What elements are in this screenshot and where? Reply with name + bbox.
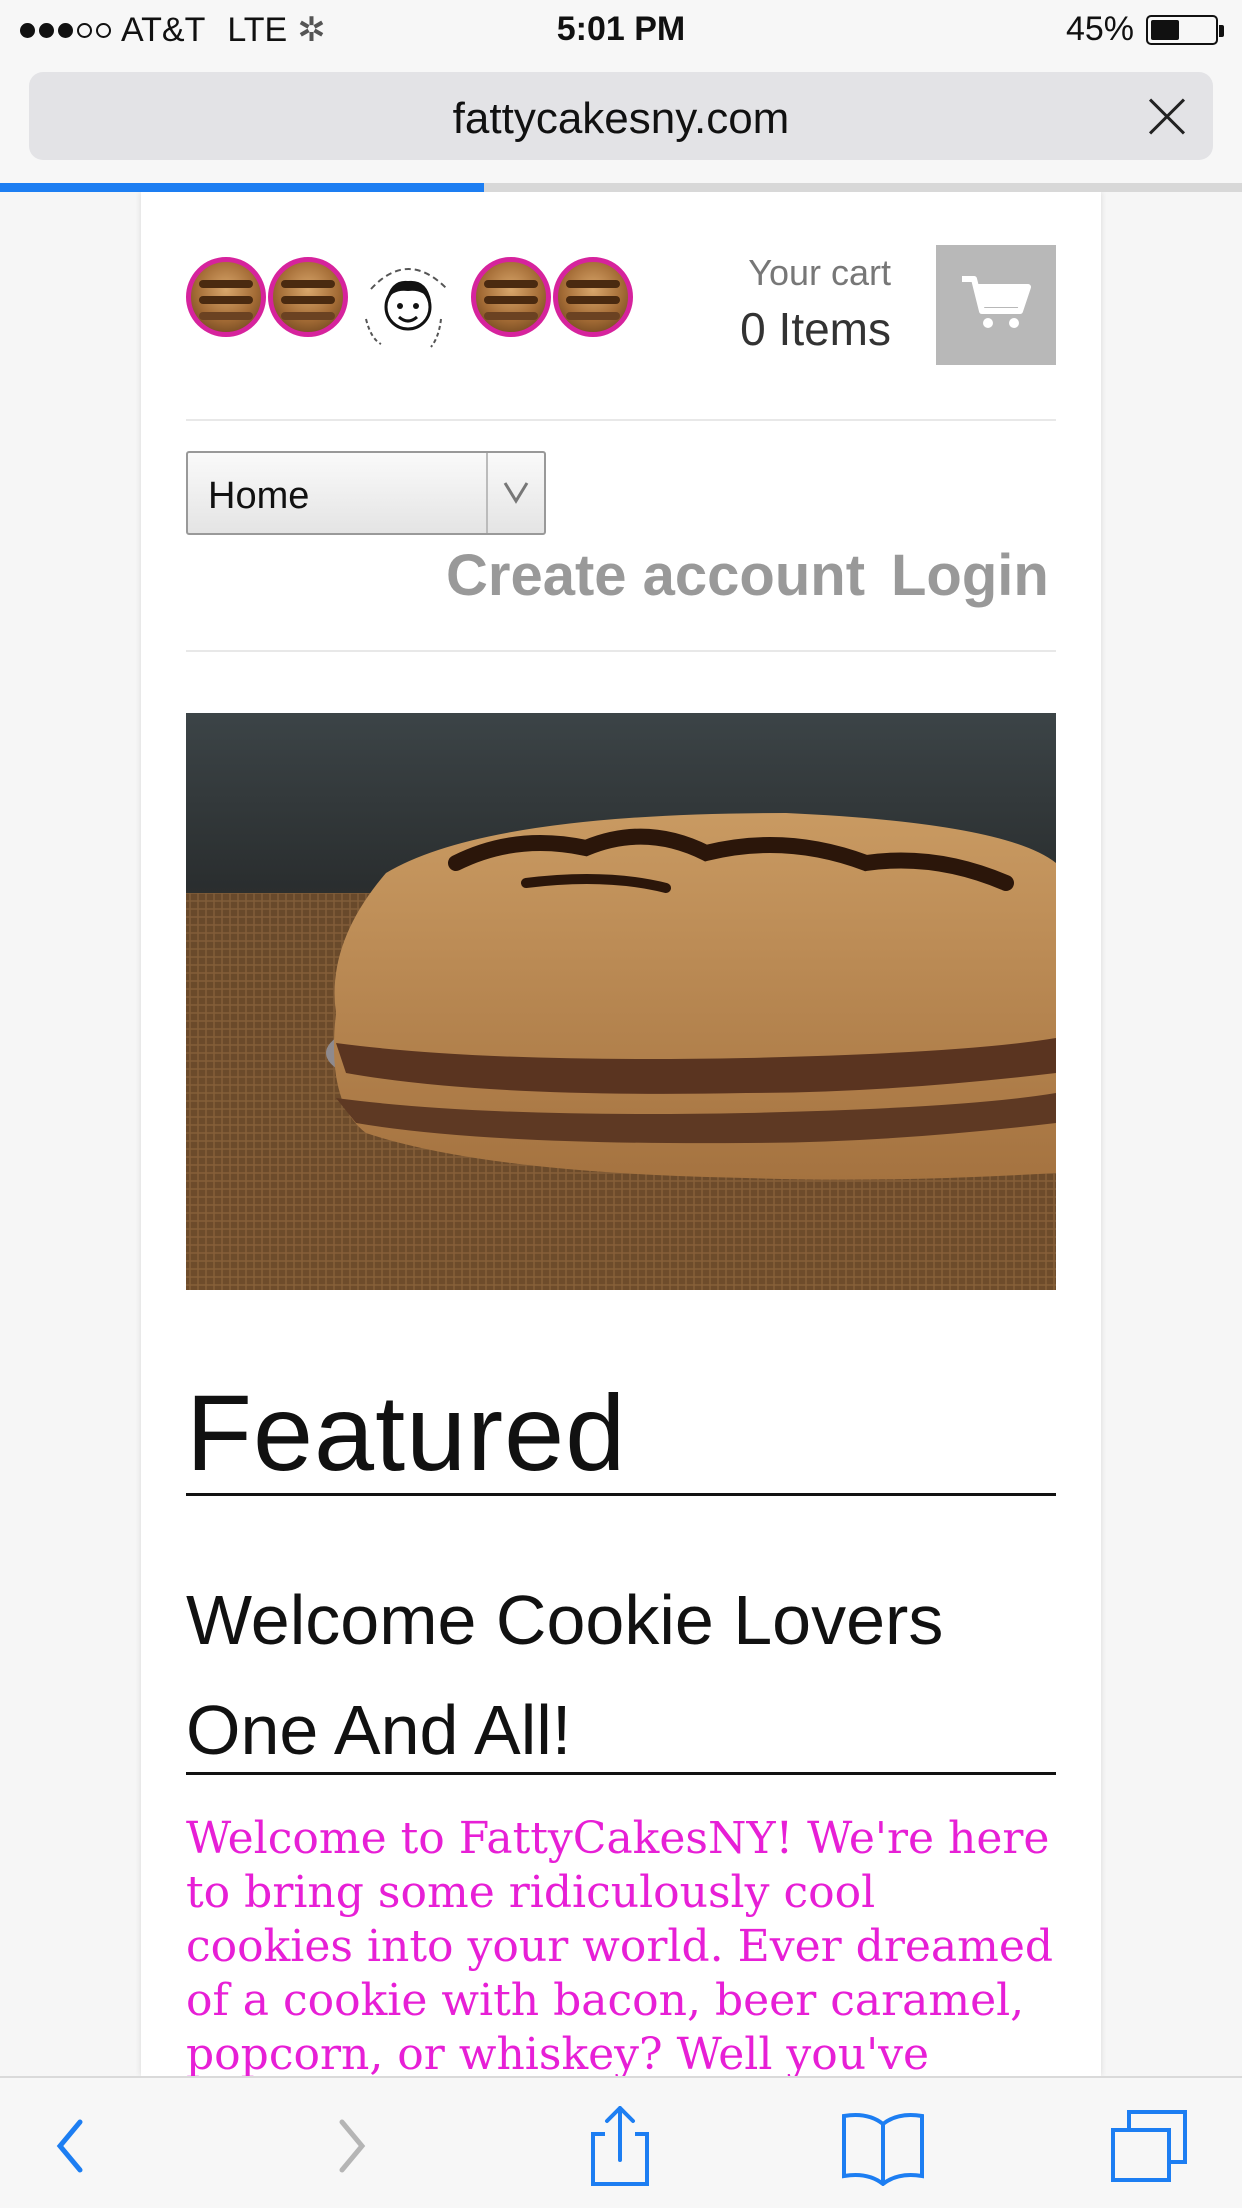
share-icon	[591, 2105, 649, 2186]
status-bar: AT&T LTE ✲ 5:01 PM 45%	[0, 0, 1242, 62]
tabs-icon	[1111, 2110, 1187, 2182]
battery-icon	[1146, 14, 1224, 45]
navigation-select[interactable]: Home	[186, 451, 546, 535]
divider	[186, 1493, 1056, 1496]
browser-toolbar	[0, 2076, 1242, 2208]
whoopie-pie-icon	[268, 257, 348, 337]
chevron-left-icon	[56, 2119, 83, 2173]
site-logo[interactable]	[186, 257, 636, 367]
cart-count[interactable]: 0 Items	[646, 302, 891, 356]
divider	[186, 1772, 1056, 1775]
web-page: Your cart 0 Items Home Create account Lo…	[0, 192, 1242, 2076]
welcome-title[interactable]: Welcome Cookie Lovers One And All!	[186, 1565, 1056, 1785]
tabs-button[interactable]	[1105, 2106, 1195, 2186]
progress-fill	[0, 183, 485, 192]
status-right: 45%	[1065, 10, 1224, 49]
create-account-link[interactable]: Create account	[446, 542, 865, 609]
fattycakes-face-logo-icon	[365, 268, 448, 348]
cart-icon	[962, 276, 1031, 328]
back-button[interactable]	[40, 2106, 130, 2186]
status-time: 5:01 PM	[556, 10, 686, 48]
cookie-stack-icon	[553, 257, 633, 337]
cart-label[interactable]: Your cart	[646, 252, 891, 294]
chevron-down-icon	[503, 482, 529, 504]
book-icon	[842, 2113, 924, 2187]
share-button[interactable]	[575, 2105, 665, 2186]
url-field[interactable]: fattycakesny.com	[29, 72, 1213, 160]
navigation-select-value: Home	[208, 475, 310, 517]
welcome-paragraph: Welcome to FattyCakesNY! We're here to b…	[186, 1813, 1054, 2076]
cookie-stack-icon	[471, 257, 551, 337]
cart-button[interactable]	[936, 245, 1056, 365]
browser-address-bar: fattycakesny.com	[0, 62, 1242, 192]
url-text: fattycakesny.com	[452, 94, 790, 143]
battery-fill	[1151, 19, 1179, 40]
divider	[186, 419, 1056, 421]
chevron-right-icon	[339, 2119, 366, 2173]
select-arrow	[486, 453, 544, 533]
forward-button[interactable]	[310, 2106, 400, 2186]
page-load-progress	[0, 183, 1242, 192]
page-content: Your cart 0 Items Home Create account Lo…	[141, 192, 1101, 2076]
hero-image-cookie-cake	[186, 713, 1056, 1290]
divider	[186, 650, 1056, 652]
featured-heading: Featured	[186, 1372, 627, 1493]
battery-percent: 45%	[1065, 10, 1134, 48]
bookmarks-button[interactable]	[838, 2106, 928, 2187]
login-link[interactable]: Login	[891, 542, 1049, 609]
welcome-title-line-1: Welcome Cookie Lovers	[186, 1581, 944, 1659]
welcome-title-line-2: One And All!	[186, 1691, 572, 1769]
stop-loading-icon[interactable]	[1139, 88, 1195, 144]
cookie-stack-icon	[186, 257, 266, 337]
